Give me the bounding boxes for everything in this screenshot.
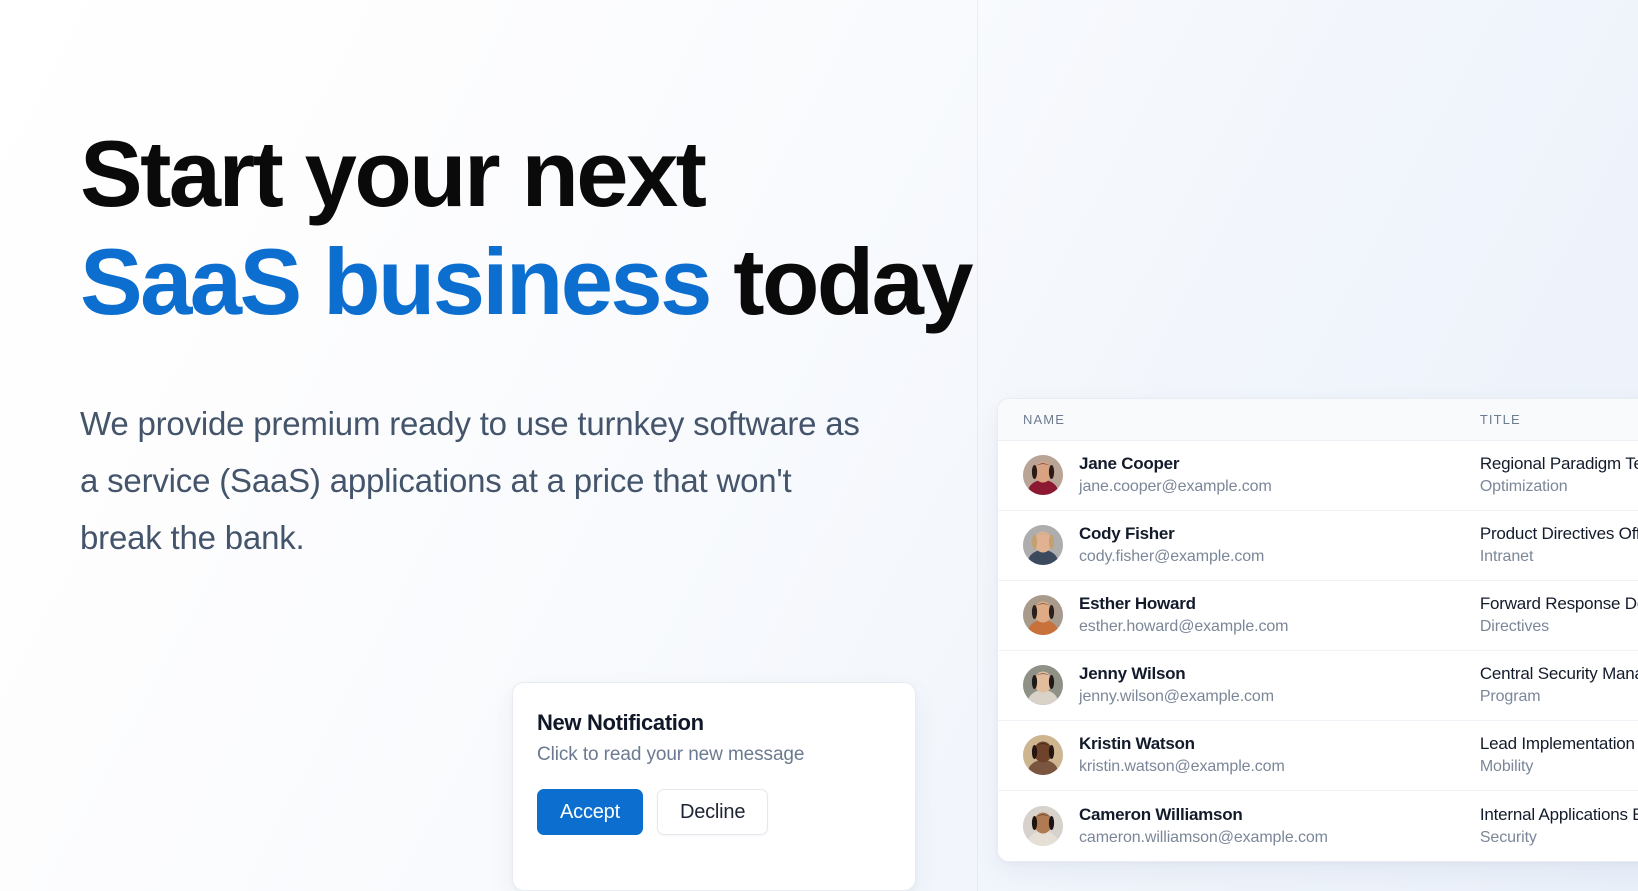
person-title: Regional Paradigm Technician <box>1479 454 1638 474</box>
notification-card[interactable]: New Notification Click to read your new … <box>512 682 916 891</box>
decline-button[interactable]: Decline <box>656 789 769 836</box>
cell-name: Jenny Wilson jenny.wilson@example.com <box>998 663 1447 708</box>
table-row[interactable]: Cody Fisher cody.fisher@example.com Produc… <box>998 511 1638 581</box>
cell-title: Internal Applications Engineer Security <box>1447 804 1638 849</box>
person-email: cody.fisher@example.com <box>1079 548 1265 566</box>
name-block: Cameron Williamson cameron.williamson@exa… <box>1079 804 1328 849</box>
avatar <box>1023 735 1063 776</box>
person-email: esther.howard@example.com <box>1079 618 1289 636</box>
headline-accent: SaaS business <box>80 229 712 335</box>
table-row[interactable]: Jane Cooper jane.cooper@example.com Region… <box>998 441 1638 511</box>
person-name: Esther Howard <box>1079 594 1196 614</box>
avatar <box>1023 805 1063 846</box>
person-title: Forward Response Developer <box>1479 594 1638 614</box>
person-department: Program <box>1479 688 1541 706</box>
person-email: cameron.williamson@example.com <box>1079 828 1328 846</box>
person-name: Jane Cooper <box>1079 454 1180 474</box>
hero-subcopy: We provide premium ready to use turnkey … <box>80 405 860 556</box>
table-row[interactable]: Esther Howard esther.howard@example.com Fo… <box>998 581 1638 651</box>
name-block: Cody Fisher cody.fisher@example.com <box>1079 523 1264 568</box>
person-department: Directives <box>1479 618 1550 636</box>
table-header-row: NAME TITLE <box>998 399 1638 441</box>
name-block: Kristin Watson kristin.watson@example.com <box>1079 733 1285 778</box>
person-email: jenny.wilson@example.com <box>1079 688 1274 706</box>
notification-actions: Accept Decline <box>537 789 891 836</box>
person-name: Kristin Watson <box>1079 734 1195 754</box>
table-row[interactable]: Kristin Watson kristin.watson@example.com… <box>998 721 1638 791</box>
person-title: Lead Implementation Liaison <box>1479 734 1638 754</box>
person-department: Security <box>1479 828 1537 846</box>
headline-line-1: Start your next <box>80 121 707 226</box>
avatar <box>1023 595 1063 636</box>
headline-line-2: SaaS business today <box>80 228 1080 336</box>
person-name: Jenny Wilson <box>1079 664 1186 684</box>
person-title: Product Directives Officer <box>1479 524 1638 544</box>
person-email: kristin.watson@example.com <box>1079 758 1285 776</box>
table-body: Jane Cooper jane.cooper@example.com Region… <box>998 441 1638 861</box>
person-name: Cameron Williamson <box>1079 804 1243 824</box>
cell-title: Regional Paradigm Technician Optimization <box>1447 453 1638 498</box>
cell-title: Lead Implementation Liaison Mobility <box>1447 733 1638 778</box>
avatar <box>1023 455 1063 496</box>
column-header-name[interactable]: NAME <box>998 412 1447 427</box>
person-department: Intranet <box>1479 548 1534 566</box>
notification-subtitle: Click to read your new message <box>537 743 805 765</box>
name-block: Jenny Wilson jenny.wilson@example.com <box>1079 663 1274 708</box>
table-row[interactable]: Cameron Williamson cameron.williamson@exa… <box>998 791 1638 861</box>
person-email: jane.cooper@example.com <box>1079 478 1272 496</box>
hero-section: Start your next SaaS business today We p… <box>80 120 1080 566</box>
people-table-card: NAME TITLE Jane Cooper jane.cooper@exampl… <box>997 398 1638 862</box>
person-department: Mobility <box>1479 758 1534 776</box>
name-block: Jane Cooper jane.cooper@example.com <box>1079 453 1272 498</box>
person-title: Central Security Manager <box>1479 664 1638 684</box>
person-department: Optimization <box>1479 478 1568 496</box>
person-name: Cody Fisher <box>1079 524 1175 544</box>
accept-button[interactable]: Accept <box>537 789 643 836</box>
cell-title: Forward Response Developer Directives <box>1447 593 1638 638</box>
cell-name: Esther Howard esther.howard@example.com <box>998 593 1447 638</box>
cell-name: Cameron Williamson cameron.williamson@exa… <box>998 804 1447 849</box>
table-row[interactable]: Jenny Wilson jenny.wilson@example.com Cent… <box>998 651 1638 721</box>
name-block: Esther Howard esther.howard@example.com <box>1079 593 1289 638</box>
cell-name: Cody Fisher cody.fisher@example.com <box>998 523 1447 568</box>
cell-name: Jane Cooper jane.cooper@example.com <box>998 453 1447 498</box>
person-title: Internal Applications Engineer <box>1479 804 1638 824</box>
page-title: Start your next SaaS business today <box>80 120 1080 336</box>
notification-title: New Notification <box>537 710 704 735</box>
headline-tail: today <box>709 229 973 335</box>
cell-title: Central Security Manager Program <box>1447 663 1638 708</box>
cell-title: Product Directives Officer Intranet <box>1447 523 1638 568</box>
avatar <box>1023 665 1063 706</box>
avatar <box>1023 525 1063 566</box>
column-header-title[interactable]: TITLE <box>1447 412 1638 427</box>
cell-name: Kristin Watson kristin.watson@example.com <box>998 733 1447 778</box>
page-root: Start your next SaaS business today We p… <box>0 0 1638 891</box>
